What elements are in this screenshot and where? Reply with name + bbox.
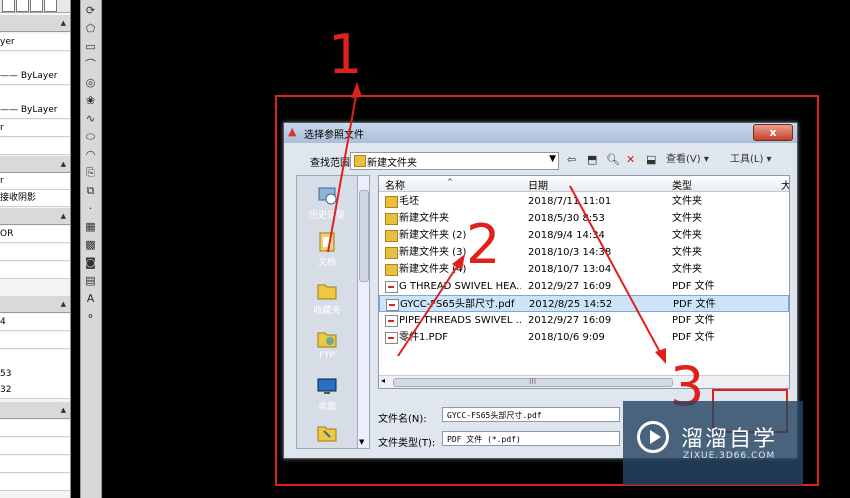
- arrow-1: [327, 89, 358, 253]
- annotation-number-1: 1: [328, 23, 363, 86]
- arrow-2: [397, 261, 461, 357]
- watermark-name: 溜溜自学: [681, 427, 778, 452]
- arrowhead-2: [452, 254, 465, 270]
- watermark: 溜溜自学 ZIXUE.3D66.COM: [623, 401, 803, 485]
- arrow-3: [569, 185, 663, 357]
- arrowhead-3: [655, 348, 666, 364]
- watermark-url: ZIXUE.3D66.COM: [683, 451, 776, 461]
- play-logo-icon: [637, 421, 669, 453]
- annotation-number-2: 2: [466, 213, 501, 276]
